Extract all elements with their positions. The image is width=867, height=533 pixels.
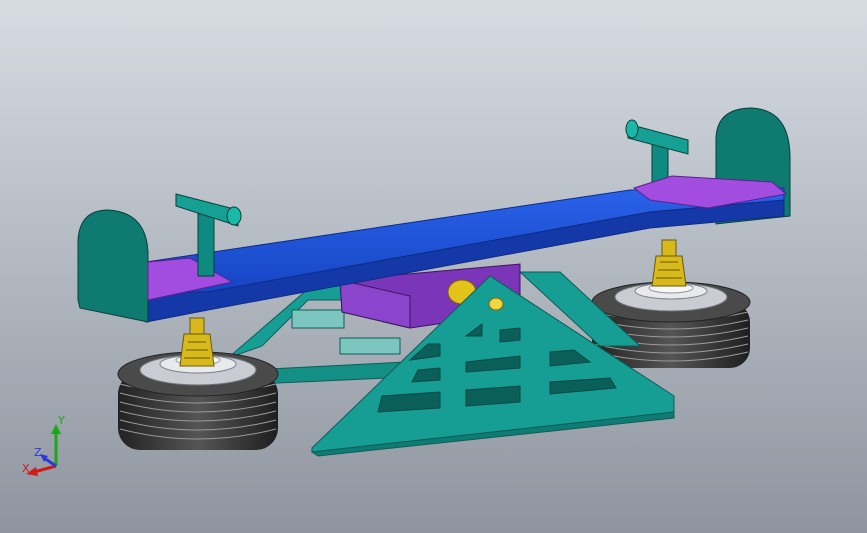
seesaw-model-view[interactable]	[0, 0, 867, 533]
cad-viewport[interactable]: Y X Z	[0, 0, 867, 533]
axis-triad: Y X Z	[22, 414, 65, 476]
x-axis-line	[33, 464, 57, 474]
y-axis-label: Y	[57, 414, 65, 427]
left-wheel[interactable]	[117, 351, 279, 450]
left-end-board	[77, 209, 149, 323]
z-axis-label: Z	[34, 446, 42, 459]
x-axis-label: X	[22, 462, 30, 475]
